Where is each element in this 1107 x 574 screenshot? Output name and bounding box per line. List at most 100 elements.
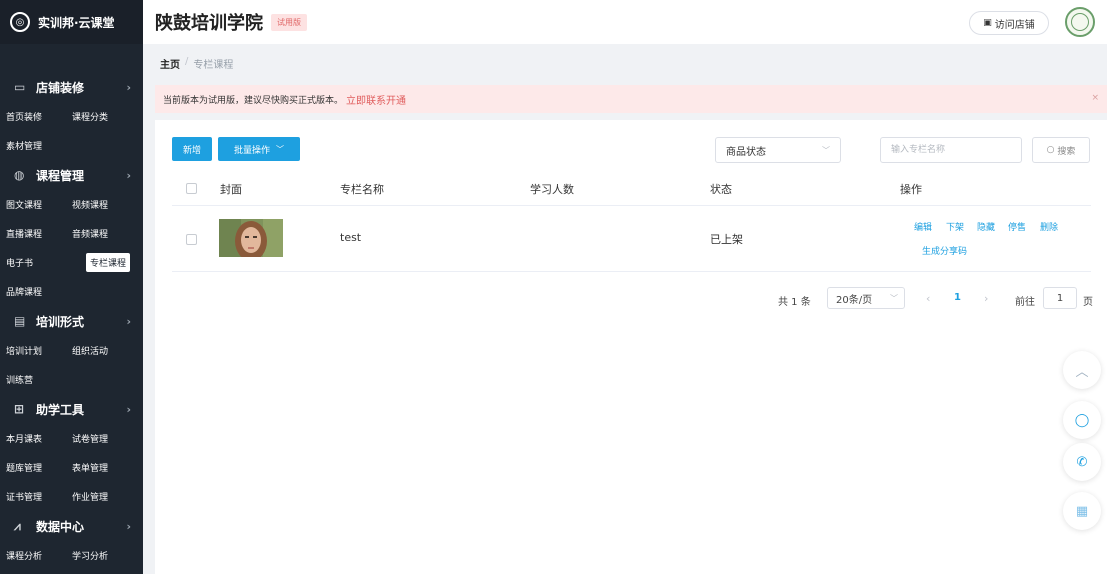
batch-operation-button[interactable]: 批量操作 ﹀	[218, 137, 300, 161]
sidebar-item-certificate[interactable]: 证书管理	[6, 487, 72, 506]
column-header-actions: 操作	[900, 183, 922, 196]
toolbar: 新增 批量操作 ﹀ 商品状态 ﹀ ○ 搜索	[172, 137, 1091, 163]
logo[interactable]: ◎ 实训邦·云课堂	[0, 0, 143, 44]
nav-group-tools[interactable]: ⊞ 助学工具 ›	[0, 394, 143, 424]
chevron-down-icon: ﹀	[890, 293, 898, 303]
prev-page-icon[interactable]: ‹	[926, 292, 930, 305]
avatar[interactable]	[1065, 7, 1095, 37]
headset-icon: ◯	[1074, 412, 1090, 428]
sidebar-item-form-management[interactable]: 表单管理	[72, 458, 138, 477]
search-button-label: 搜索	[1057, 146, 1076, 157]
status-select[interactable]: 商品状态 ﹀	[715, 137, 841, 163]
goto-label: 前往	[1015, 297, 1035, 308]
page-size-value: 20条/页	[836, 294, 873, 306]
sidebar-item-course-analysis[interactable]: 课程分析	[6, 546, 72, 565]
qrcode-button[interactable]: ▦	[1063, 492, 1101, 530]
page-title: 陕鼓培训学院	[155, 13, 263, 34]
data-icon: ⩘	[14, 518, 21, 533]
chevron-down-icon: ﹀	[276, 144, 284, 154]
goto-page-input[interactable]: 1	[1043, 287, 1077, 309]
column-name-value[interactable]: test	[340, 231, 361, 244]
breadcrumb-home[interactable]: 主页	[160, 56, 180, 71]
sidebar-item-training-plan[interactable]: 培训计划	[6, 341, 72, 360]
stop-sale-link[interactable]: 停售	[1008, 220, 1026, 233]
nav-group-label: 培训形式	[36, 314, 85, 329]
logo-text: 实训邦·云课堂	[38, 15, 115, 30]
column-header-learners: 学习人数	[530, 183, 574, 196]
sidebar-item-monthly-schedule[interactable]: 本月课表	[6, 429, 72, 448]
next-page-icon[interactable]: ›	[984, 292, 988, 305]
chevron-down-icon: ﹀	[822, 145, 830, 155]
sidebar-item-materials[interactable]: 素材管理	[6, 136, 72, 155]
sidebar-item-question-bank[interactable]: 题库管理	[6, 458, 72, 477]
cover-image	[219, 219, 283, 257]
page-unit-label: 页	[1083, 297, 1093, 308]
sidebar: ◎ 实训邦·云课堂 ▭ 店铺装修 › 首页装修 课程分类 素材管理 ◍ 课程管理…	[0, 0, 143, 574]
contact-link[interactable]: 立即联系开通	[346, 92, 406, 107]
nav-group-store[interactable]: ▭ 店铺装修 ›	[0, 72, 143, 102]
sidebar-item-bootcamp[interactable]: 训练营	[6, 370, 72, 389]
share-code-link[interactable]: 生成分享码	[922, 244, 967, 257]
sidebar-item-org-activity[interactable]: 组织活动	[72, 341, 138, 360]
sidebar-item-course-category[interactable]: 课程分类	[72, 107, 138, 126]
trial-badge: 试用版	[271, 13, 307, 31]
sidebar-item-ebook[interactable]: 电子书	[6, 253, 72, 272]
visit-store-button[interactable]: ▣ 访问店铺	[969, 11, 1049, 35]
pagination-total: 共 1 条	[778, 297, 811, 308]
hide-link[interactable]: 隐藏	[977, 220, 995, 233]
nav-group-training[interactable]: ▤ 培训形式 ›	[0, 306, 143, 336]
breadcrumb-current: 专栏课程	[193, 60, 234, 71]
nav-group-label: 数据中心	[36, 519, 85, 534]
sidebar-item-learning-analysis[interactable]: 学习分析	[72, 546, 138, 565]
store-icon: ▭	[14, 80, 26, 94]
pagination: 共 1 条 20条/页 ﹀ ‹ 1 › 前往 1 页	[155, 287, 1093, 311]
sidebar-item-video-course[interactable]: 视频课程	[72, 195, 138, 214]
batch-operation-label: 批量操作	[233, 145, 270, 156]
unlist-link[interactable]: 下架	[946, 220, 964, 233]
chevron-right-icon: ›	[126, 168, 131, 182]
sidebar-item-exam-management[interactable]: 试卷管理	[72, 429, 138, 448]
nav-group-data[interactable]: ⩘ 数据中心 ›	[0, 511, 143, 541]
row-checkbox[interactable]	[186, 234, 197, 245]
status-value: 已上架	[710, 233, 743, 246]
page-size-select[interactable]: 20条/页 ﹀	[827, 287, 905, 309]
phone-button[interactable]: ✆	[1063, 443, 1101, 481]
search-button[interactable]: ○ 搜索	[1032, 137, 1090, 163]
current-page[interactable]: 1	[954, 292, 961, 303]
sidebar-item-graphic-course[interactable]: 图文课程	[6, 195, 72, 214]
sidebar-item-homework[interactable]: 作业管理	[72, 487, 138, 506]
customer-service-button[interactable]: ◯	[1063, 401, 1101, 439]
breadcrumb-separator: /	[185, 56, 189, 67]
nav-group-course[interactable]: ◍ 课程管理 ›	[0, 160, 143, 190]
select-all-checkbox[interactable]	[186, 183, 197, 194]
sidebar-item-audio-course[interactable]: 音频课程	[72, 224, 138, 243]
close-icon[interactable]: ×	[1091, 93, 1099, 103]
cover-portrait-image	[219, 219, 283, 257]
search-input[interactable]	[880, 137, 1022, 163]
course-icon: ◍	[14, 168, 25, 182]
alert-text: 当前版本为试用版，建议尽快购买正式版本。	[163, 95, 344, 106]
nav-group-label: 课程管理	[36, 168, 85, 183]
new-button[interactable]: 新增	[172, 137, 212, 161]
tools-icon: ⊞	[14, 402, 25, 416]
store-icon: ▣	[983, 18, 992, 28]
sidebar-item-column-course[interactable]: 专栏课程	[86, 253, 130, 272]
table-header: 封面 专栏名称 学习人数 状态 操作	[172, 172, 1091, 206]
edit-link[interactable]: 编辑	[914, 220, 932, 233]
sidebar-item-live-course[interactable]: 直播课程	[6, 224, 72, 243]
back-to-top-button[interactable]: ︿	[1063, 351, 1101, 389]
status-select-value: 商品状态	[726, 146, 766, 158]
avatar-logo-icon	[1071, 13, 1089, 31]
column-header-name: 专栏名称	[340, 183, 384, 196]
chevron-right-icon: ›	[126, 314, 131, 328]
sidebar-item-brand-course[interactable]: 品牌课程	[6, 282, 72, 301]
delete-link[interactable]: 删除	[1040, 220, 1058, 233]
qrcode-icon: ▦	[1075, 503, 1089, 519]
chevron-up-icon: ︿	[1075, 364, 1089, 380]
search-icon: ○	[1046, 145, 1055, 155]
sidebar-item-home-decor[interactable]: 首页装修	[6, 107, 72, 126]
logo-icon: ◎	[10, 12, 30, 32]
chevron-right-icon: ›	[126, 80, 131, 94]
phone-icon: ✆	[1076, 454, 1088, 470]
column-header-cover: 封面	[220, 183, 242, 196]
